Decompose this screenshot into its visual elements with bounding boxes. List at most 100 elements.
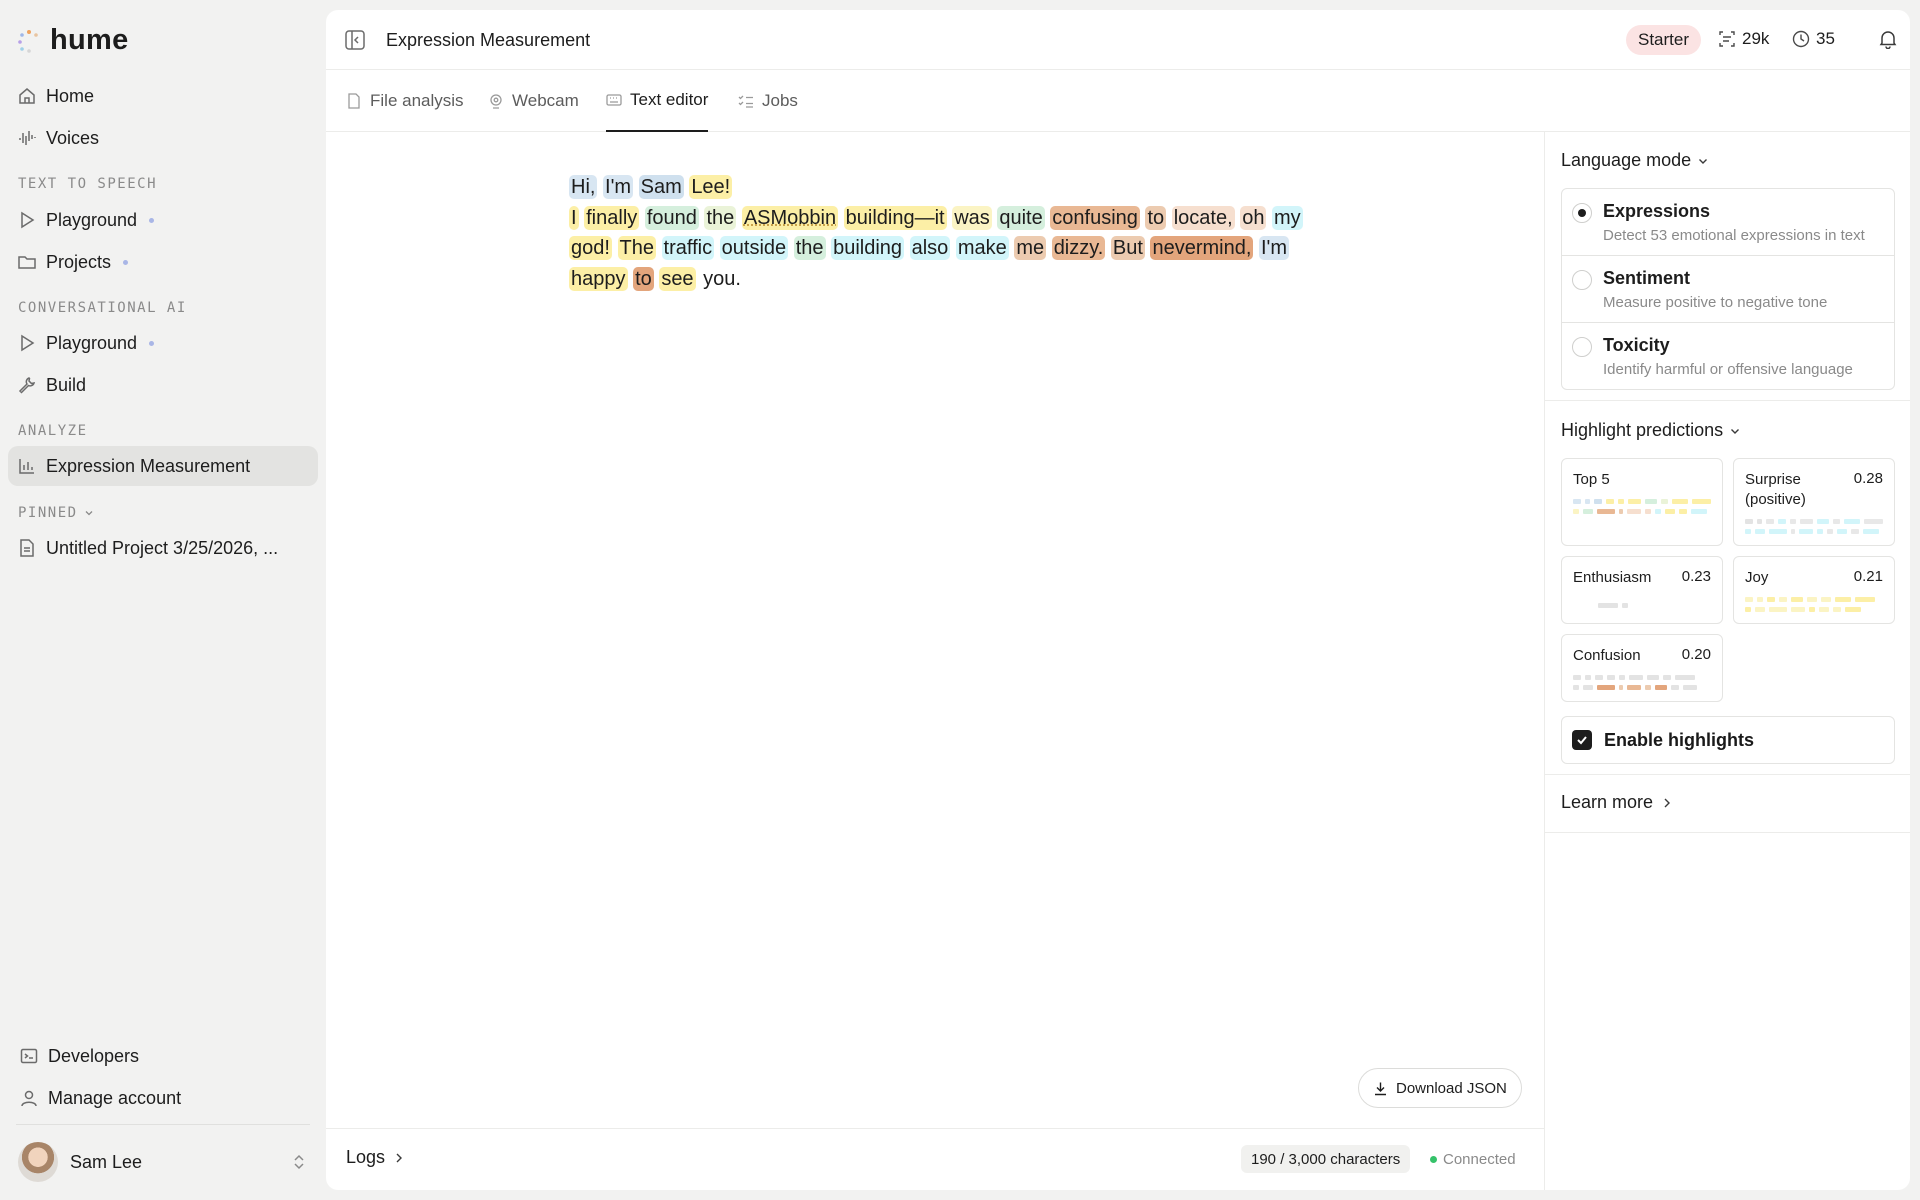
enable-highlights-checkbox[interactable]: Enable highlights xyxy=(1561,716,1895,764)
highlighted-word[interactable]: found xyxy=(644,205,699,230)
radio-expressions[interactable] xyxy=(1572,203,1592,223)
user-menu[interactable]: Sam Lee xyxy=(8,1138,318,1186)
sidebar-item-voices[interactable]: Voices xyxy=(8,118,318,158)
highlighted-word[interactable]: you. xyxy=(701,267,743,291)
character-count: 190 / 3,000 characters xyxy=(1241,1145,1411,1173)
radio-toxicity[interactable] xyxy=(1572,337,1592,357)
highlighted-word[interactable]: to xyxy=(633,266,654,291)
language-mode-toggle[interactable]: Language mode xyxy=(1561,150,1709,171)
prediction-bars xyxy=(1598,603,1711,613)
text-editor[interactable]: Hi, I'm Sam Lee! I finally found the ASMo… xyxy=(326,132,1544,1108)
tab-webcam[interactable]: Webcam xyxy=(488,70,579,132)
sidebar-item-expression-measurement[interactable]: Expression Measurement xyxy=(8,446,318,486)
file-icon xyxy=(346,93,362,109)
sidebar-item-cai-playground[interactable]: Playground xyxy=(8,323,318,363)
sidebar-item-label: Home xyxy=(46,85,95,106)
prediction-score: 0.23 xyxy=(1681,568,1711,585)
highlighted-text[interactable]: Hi, I'm Sam Lee! I finally found the ASMo… xyxy=(569,172,1329,294)
highlighted-word[interactable]: oh xyxy=(1240,205,1267,230)
highlighted-word[interactable]: also xyxy=(909,236,951,260)
prediction-card-surprise[interactable]: Surprise (positive) 0.28 xyxy=(1733,458,1895,546)
section-label-pinned[interactable]: PINNED xyxy=(18,505,94,521)
highlighted-word[interactable]: to xyxy=(1145,205,1167,230)
highlighted-word[interactable]: building—it xyxy=(843,205,947,230)
highlighted-word[interactable]: But xyxy=(1110,236,1145,260)
highlighted-word[interactable]: god! xyxy=(569,236,612,260)
mode-option-sentiment[interactable]: Sentiment Measure positive to negative t… xyxy=(1562,256,1894,323)
plan-badge[interactable]: Starter xyxy=(1626,25,1702,55)
download-icon xyxy=(1375,1082,1386,1095)
chevron-right-icon xyxy=(1664,798,1671,807)
tab-file-analysis[interactable]: File analysis xyxy=(346,70,464,132)
highlighted-word[interactable]: traffic xyxy=(661,236,715,260)
editor-footer: Logs 190 / 3,000 characters Connected xyxy=(326,1128,1544,1190)
highlighted-word[interactable]: the xyxy=(793,236,826,260)
sidebar-collapse-icon[interactable] xyxy=(344,29,366,56)
settings-panel: Language mode Expressions Detect 53 emot… xyxy=(1544,132,1910,1190)
new-indicator-dot xyxy=(123,259,129,265)
prediction-card-confusion[interactable]: Confusion 0.20 xyxy=(1561,634,1723,702)
highlighted-word[interactable]: Sam xyxy=(638,175,684,199)
highlighted-word[interactable]: quite xyxy=(997,205,1045,230)
characters-stat[interactable]: 29k xyxy=(1718,29,1769,49)
highlighted-word[interactable]: I'm xyxy=(1258,236,1290,260)
highlighted-word[interactable]: I'm xyxy=(603,175,634,199)
chevron-updown-icon xyxy=(294,1154,304,1170)
prediction-name: Surprise (positive) xyxy=(1745,471,1806,508)
top-bar: Expression Measurement Starter 29k 35 xyxy=(326,10,1910,70)
wrench-icon xyxy=(18,376,36,394)
sidebar-item-developers[interactable]: Developers xyxy=(10,1036,320,1076)
highlight-predictions-toggle[interactable]: Highlight predictions xyxy=(1561,420,1741,441)
new-indicator-dot xyxy=(149,217,155,223)
highlighted-word[interactable]: was xyxy=(952,205,992,230)
minutes-stat[interactable]: 35 xyxy=(1792,29,1835,49)
tab-jobs[interactable]: Jobs xyxy=(738,70,798,132)
new-indicator-dot xyxy=(149,340,155,346)
mode-option-toxicity[interactable]: Toxicity Identify harmful or offensive l… xyxy=(1562,323,1894,390)
highlighted-word[interactable]: me xyxy=(1014,236,1047,260)
check-icon[interactable] xyxy=(1572,730,1592,750)
highlighted-word[interactable]: The xyxy=(617,236,656,260)
logs-toggle[interactable]: Logs xyxy=(346,1147,405,1168)
highlighted-word[interactable]: Hi, xyxy=(569,175,598,199)
hume-logo[interactable]: hume xyxy=(16,24,129,57)
highlighted-word[interactable]: outside xyxy=(719,236,789,260)
highlighted-word[interactable]: happy xyxy=(569,266,628,291)
tab-text-editor[interactable]: Text editor xyxy=(606,70,709,132)
highlighted-word[interactable]: Lee! xyxy=(689,175,733,199)
sidebar-item-home[interactable]: Home xyxy=(8,76,318,116)
highlighted-word[interactable]: dizzy. xyxy=(1051,236,1106,260)
prediction-card-top5[interactable]: Top 5 xyxy=(1561,458,1723,546)
highlighted-word[interactable]: the xyxy=(704,205,737,230)
highlighted-word[interactable]: see xyxy=(659,266,696,291)
sidebar-item-pinned-project[interactable]: Untitled Project 3/25/2026, ... xyxy=(8,528,318,568)
sidebar-item-build[interactable]: Build xyxy=(8,365,318,405)
prediction-card-joy[interactable]: Joy 0.21 xyxy=(1733,556,1895,624)
prediction-card-enthusiasm[interactable]: Enthusiasm 0.23 xyxy=(1561,556,1723,624)
highlighted-word[interactable]: finally xyxy=(584,205,640,230)
highlighted-word[interactable]: confusing xyxy=(1050,205,1140,230)
bell-icon[interactable] xyxy=(1878,29,1898,54)
highlighted-word[interactable]: locate, xyxy=(1171,205,1235,230)
highlighted-word[interactable]: make xyxy=(955,236,1009,260)
highlighted-word[interactable]: I xyxy=(569,205,579,230)
sidebar-item-manage-account[interactable]: Manage account xyxy=(10,1078,320,1118)
text-line: Hi, I'm Sam Lee! xyxy=(569,172,1329,203)
highlighted-word[interactable]: nevermind, xyxy=(1150,236,1254,260)
highlighted-word[interactable]: my xyxy=(1272,205,1303,230)
sidebar-item-tts-playground[interactable]: Playground xyxy=(8,200,318,240)
mode-option-expressions[interactable]: Expressions Detect 53 emotional expressi… xyxy=(1562,189,1894,256)
learn-more-link[interactable]: Learn more xyxy=(1561,792,1673,813)
highlighted-word[interactable]: ASMobbin xyxy=(741,205,839,230)
highlighted-word[interactable]: building xyxy=(831,236,905,260)
prediction-bars xyxy=(1745,519,1884,539)
radio-sentiment[interactable] xyxy=(1572,270,1592,290)
panel-divider xyxy=(1545,400,1910,401)
terminal-icon xyxy=(20,1047,38,1065)
prediction-name: Confusion xyxy=(1573,647,1641,664)
user-icon xyxy=(20,1089,38,1107)
sidebar-item-projects[interactable]: Projects xyxy=(8,242,318,282)
prediction-name: Enthusiasm xyxy=(1573,569,1652,586)
download-json-button[interactable]: Download JSON xyxy=(1358,1068,1522,1108)
sidebar-item-label: Build xyxy=(46,374,87,395)
